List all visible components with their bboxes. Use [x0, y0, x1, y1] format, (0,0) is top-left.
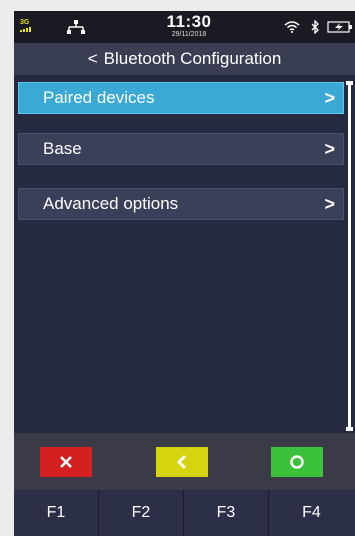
clock-time: 11:30	[166, 12, 212, 31]
f1-key[interactable]: F1	[14, 490, 99, 536]
signal-label: 3G	[20, 19, 30, 26]
circle-icon	[290, 455, 304, 469]
back-arrow-icon[interactable]: <	[88, 49, 98, 68]
status-bar: 3G 11:30 29/11/2018	[14, 11, 355, 43]
page-title: Bluetooth Configuration	[103, 49, 282, 68]
keypad-area: F1 F2 F3 F4	[14, 433, 355, 536]
f4-key[interactable]: F4	[269, 490, 354, 536]
bluetooth-icon	[311, 20, 319, 34]
menu-item-advanced-options[interactable]: Advanced options >	[18, 188, 344, 220]
menu-item-label: Base	[43, 139, 82, 158]
ok-button[interactable]	[271, 447, 323, 477]
chevron-left-icon	[177, 455, 186, 469]
function-key-row: F1 F2 F3 F4	[14, 490, 355, 536]
menu-item-base[interactable]: Base >	[18, 133, 344, 165]
signal-icon: 3G	[20, 19, 34, 33]
scrollbar-cap-bottom	[346, 427, 353, 431]
menu-list: Paired devices > Base > Advanced options…	[14, 75, 355, 433]
wifi-icon	[284, 21, 300, 33]
battery-charging-icon	[327, 21, 352, 33]
chevron-right-icon: >	[324, 88, 335, 108]
chevron-right-icon: >	[324, 139, 335, 159]
clock: 11:30 29/11/2018	[154, 13, 224, 39]
scrollbar-cap-top	[346, 81, 353, 85]
scrollbar-track[interactable]	[348, 83, 351, 429]
back-button[interactable]	[156, 447, 208, 477]
menu-item-paired-devices[interactable]: Paired devices >	[18, 82, 344, 114]
menu-item-label: Advanced options	[43, 194, 179, 213]
chevron-right-icon: >	[324, 194, 335, 214]
menu-item-label: Paired devices	[43, 88, 155, 107]
title-bar[interactable]: < Bluetooth Configuration	[14, 43, 355, 75]
clock-date: 29/11/2018	[171, 31, 207, 38]
device-screen: 3G 11:30 29/11/2018 < Bluetooth Configur…	[14, 11, 355, 536]
network-icon	[67, 20, 85, 34]
close-icon	[60, 456, 72, 468]
cancel-button[interactable]	[40, 447, 92, 477]
f3-key[interactable]: F3	[184, 490, 269, 536]
f2-key[interactable]: F2	[99, 490, 184, 536]
